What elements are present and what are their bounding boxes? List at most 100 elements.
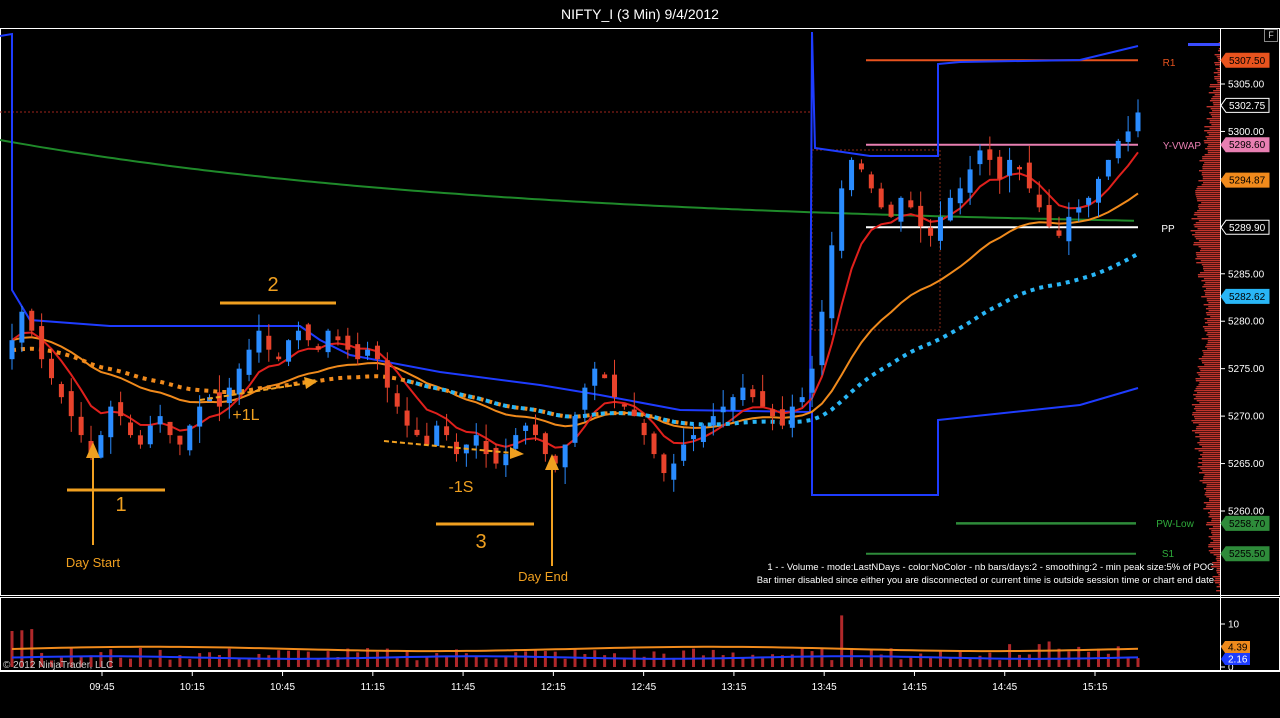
candle-body xyxy=(424,435,430,445)
candle-body xyxy=(829,245,835,319)
volume-bar xyxy=(672,659,676,667)
profile-bar xyxy=(1198,450,1220,452)
profile-bar xyxy=(1198,374,1220,376)
time-tick-label: 10:45 xyxy=(270,682,295,693)
profile-bar xyxy=(1210,114,1220,116)
candle-body xyxy=(819,311,825,366)
profile-bar xyxy=(1197,200,1220,202)
candle-body xyxy=(49,358,55,379)
volume-bar xyxy=(1136,658,1140,667)
volume-bar xyxy=(198,653,202,667)
volume-bar xyxy=(820,648,824,667)
time-tick-label: 11:15 xyxy=(361,682,386,693)
profile-bar xyxy=(1204,318,1220,320)
profile-bar xyxy=(1207,132,1220,134)
profile-bar xyxy=(1202,482,1220,484)
volume-bar xyxy=(208,652,212,667)
candle-body xyxy=(631,409,637,417)
profile-bar xyxy=(1198,208,1220,210)
time-tick-label: 09:45 xyxy=(89,682,114,693)
profile-bar xyxy=(1198,276,1220,278)
profile-bar xyxy=(1212,96,1220,98)
candle-body xyxy=(779,409,785,426)
profile-bar xyxy=(1205,148,1220,150)
candle-body xyxy=(1007,159,1013,176)
candle-body xyxy=(434,425,440,447)
profile-bar xyxy=(1202,464,1220,466)
profile-bar xyxy=(1205,312,1220,314)
candle-body xyxy=(839,188,845,251)
profile-bar xyxy=(1199,444,1220,446)
price-tick-label: 5300.00 xyxy=(1228,127,1265,138)
time-tick-label: 13:45 xyxy=(812,682,837,693)
price-badge-label: 5289.90 xyxy=(1229,223,1266,234)
profile-bar xyxy=(1196,386,1220,388)
chart-canvas[interactable]: 5305.005300.005295.005290.005285.005280.… xyxy=(0,0,1280,718)
candle-body xyxy=(493,447,499,464)
price-tick-label: 5280.00 xyxy=(1228,317,1265,328)
time-tick-label: 14:15 xyxy=(902,682,927,693)
candle-body xyxy=(1016,166,1022,170)
yvwap-label: Y-VWAP xyxy=(1163,141,1201,152)
candle-body xyxy=(305,324,311,341)
candle-body xyxy=(177,435,183,445)
profile-bar xyxy=(1218,60,1220,62)
profile-bar xyxy=(1198,204,1220,206)
profile-bar xyxy=(1195,192,1220,194)
profile-bar xyxy=(1193,244,1220,246)
volume-bar xyxy=(988,652,992,667)
profile-bar xyxy=(1209,112,1220,114)
profile-bar xyxy=(1195,258,1220,260)
profile-bar xyxy=(1199,160,1220,162)
profile-bar xyxy=(1198,180,1220,182)
candle-body xyxy=(128,422,134,436)
volume-bar xyxy=(603,655,607,667)
profile-bar xyxy=(1203,352,1220,354)
profile-bar xyxy=(1198,220,1220,222)
candle-body xyxy=(641,422,647,436)
candle-body xyxy=(98,435,104,458)
candle-body xyxy=(878,188,884,208)
candle-body xyxy=(276,356,282,360)
volume-bar xyxy=(543,651,547,667)
profile-bar xyxy=(1203,478,1220,480)
plus-1l-arrowhead xyxy=(304,377,318,389)
candle-body xyxy=(542,433,548,455)
price-badge-label: 5298.60 xyxy=(1229,140,1266,151)
profile-bar xyxy=(1204,154,1220,156)
time-tick-label: 11:45 xyxy=(451,682,476,693)
profile-bar xyxy=(1199,376,1220,378)
profile-bar xyxy=(1209,500,1220,502)
candle-body xyxy=(651,433,657,455)
profile-bar xyxy=(1210,542,1220,544)
profile-bar xyxy=(1199,272,1220,274)
profile-bar xyxy=(1194,432,1220,434)
profile-bar xyxy=(1200,250,1220,252)
candle-body xyxy=(562,444,568,468)
profile-bar xyxy=(1205,346,1220,348)
profile-bar xyxy=(1203,284,1220,286)
volume-bar xyxy=(1037,644,1041,667)
profile-bar xyxy=(1201,174,1220,176)
profile-bar xyxy=(1195,388,1220,390)
candle-body xyxy=(987,149,993,160)
profile-bar xyxy=(1216,572,1220,574)
profile-bar xyxy=(1202,156,1220,158)
profile-bar xyxy=(1195,222,1220,224)
volume-bar xyxy=(375,651,379,667)
volume-bar xyxy=(237,658,241,667)
volume-bar xyxy=(840,615,844,667)
profile-bar xyxy=(1216,556,1220,558)
volume-bar xyxy=(889,648,893,667)
profile-bar xyxy=(1196,256,1220,258)
volume-bar xyxy=(257,653,261,667)
volume-bar xyxy=(909,656,913,667)
profile-bar xyxy=(1197,366,1220,368)
profile-bar xyxy=(1205,282,1220,284)
profile-bar xyxy=(1211,532,1220,534)
volume-bar xyxy=(1027,654,1031,667)
profile-bar xyxy=(1209,84,1220,86)
candle-body xyxy=(483,441,489,455)
profile-bar xyxy=(1206,490,1220,492)
copyright: © 2012 NinjaTrader, LLC xyxy=(3,660,113,671)
